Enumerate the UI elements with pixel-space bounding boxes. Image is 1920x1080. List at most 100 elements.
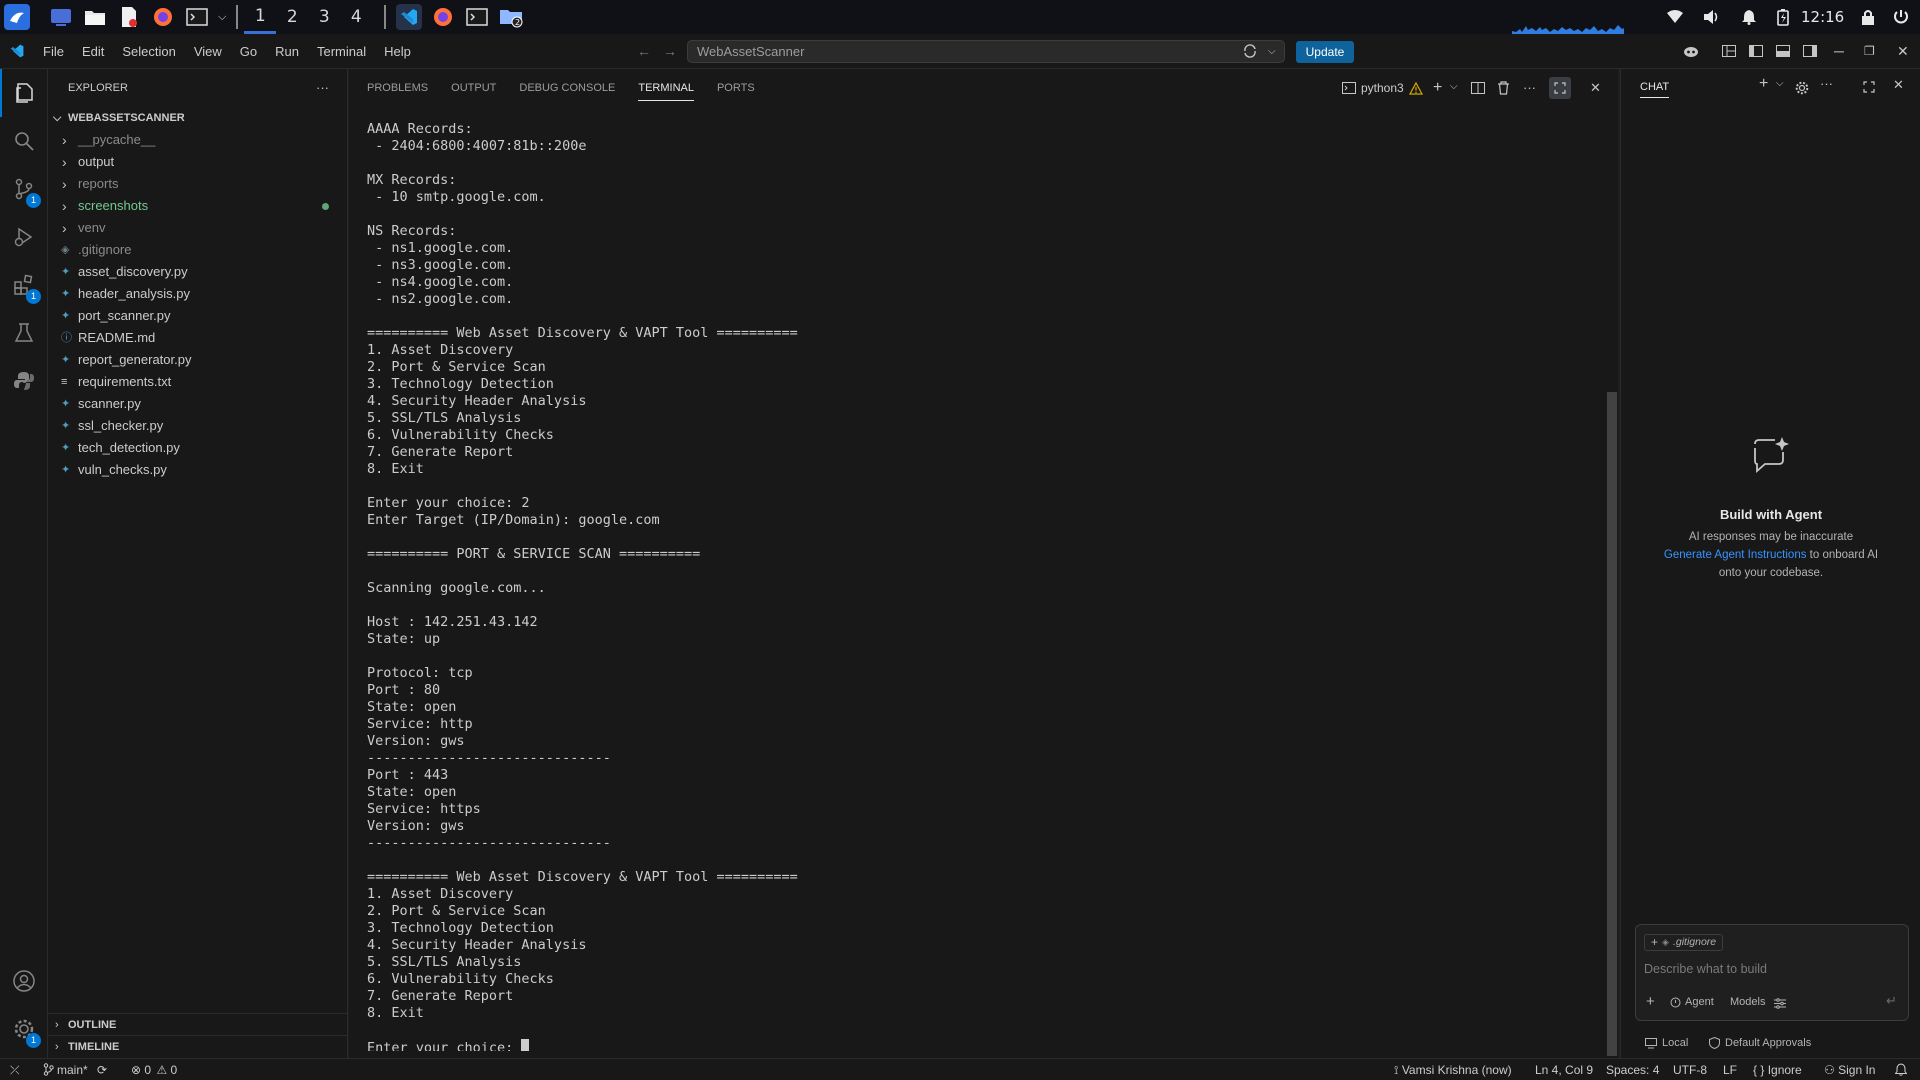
update-button[interactable]: Update xyxy=(1296,41,1354,63)
tab-ports[interactable]: PORTS xyxy=(717,69,755,107)
file-manager-icon[interactable] xyxy=(82,4,108,30)
menu-terminal[interactable]: Terminal xyxy=(308,34,375,69)
sync-icon[interactable]: ⟳ xyxy=(97,1063,107,1077)
tab-output[interactable]: OUTPUT xyxy=(451,69,496,107)
workspace-3[interactable]: 3 xyxy=(308,0,340,34)
chat-prompt-input[interactable]: Describe what to build xyxy=(1644,962,1767,976)
send-icon[interactable]: ↵ xyxy=(1886,993,1897,1009)
chevron-down-icon[interactable]: ⌵ xyxy=(1268,34,1276,69)
maximize-chat-icon[interactable] xyxy=(1863,81,1875,96)
workspace-root[interactable]: ⌵ WEBASSETSCANNER xyxy=(48,107,347,129)
terminal-app-icon[interactable] xyxy=(184,4,210,30)
restore-icon[interactable]: ❐ xyxy=(1864,34,1875,69)
chevron-down-icon[interactable]: ⌵ xyxy=(1450,69,1458,105)
more-actions-icon[interactable]: ··· xyxy=(1523,69,1536,107)
new-terminal-icon[interactable]: + xyxy=(1433,69,1442,107)
outline-section[interactable]: › OUTLINE xyxy=(48,1013,348,1035)
power-icon[interactable] xyxy=(1893,0,1909,34)
menu-view[interactable]: View xyxy=(185,34,231,69)
minimize-icon[interactable]: ─ xyxy=(1834,34,1844,69)
chevron-down-icon[interactable]: ⌵ xyxy=(218,11,226,24)
vscode-window-icon[interactable] xyxy=(396,4,423,30)
tab-debug-console[interactable]: DEBUG CONSOLE xyxy=(519,69,615,107)
toggle-secondary-sidebar-icon[interactable] xyxy=(1803,34,1817,69)
problems-status[interactable]: ⊗ 0 ⚠ 0 xyxy=(131,1059,177,1080)
run-debug-icon[interactable] xyxy=(0,213,48,261)
tree-file[interactable]: ✦ asset_discovery.py xyxy=(48,261,347,283)
menu-edit[interactable]: Edit xyxy=(73,34,113,69)
tree-file[interactable]: ✦ tech_detection.py xyxy=(48,437,347,459)
battery-icon[interactable] xyxy=(1777,0,1789,34)
menu-go[interactable]: Go xyxy=(231,34,266,69)
close-panel-icon[interactable]: ✕ xyxy=(1590,69,1601,107)
customize-layout-icon[interactable] xyxy=(1722,34,1736,69)
tree-folder[interactable]: › output xyxy=(48,151,347,173)
terminal-scrollbar-thumb[interactable] xyxy=(1607,392,1617,1056)
python-icon[interactable] xyxy=(0,357,48,405)
tree-folder[interactable]: › venv xyxy=(48,217,347,239)
add-context-chip[interactable]: + ◈ .gitignore xyxy=(1644,934,1724,951)
menu-run[interactable]: Run xyxy=(266,34,308,69)
menu-help[interactable]: Help xyxy=(375,34,420,69)
terminal-window-icon[interactable] xyxy=(464,4,490,30)
eol-status[interactable]: LF xyxy=(1723,1059,1737,1080)
notifications-bell-icon[interactable] xyxy=(1894,1059,1908,1080)
tree-folder[interactable]: › __pycache__ xyxy=(48,129,347,151)
menu-selection[interactable]: Selection xyxy=(113,34,184,69)
tree-file[interactable]: ✦ ssl_checker.py xyxy=(48,415,347,437)
back-arrow-icon[interactable]: ← xyxy=(637,34,651,69)
more-actions-icon[interactable]: ··· xyxy=(316,69,329,107)
split-terminal-icon[interactable] xyxy=(1471,82,1485,97)
git-branch-status[interactable]: main* ⟳ xyxy=(43,1059,107,1080)
source-control-icon[interactable]: 1 xyxy=(0,165,48,213)
menu-file[interactable]: File xyxy=(34,34,73,69)
session-target-local[interactable]: Local xyxy=(1645,1037,1688,1049)
cursor-position[interactable]: Ln 4, Col 9 xyxy=(1535,1059,1593,1080)
manage-gear-icon[interactable]: 1 xyxy=(0,1005,48,1053)
tree-file[interactable]: ✦ vuln_checks.py xyxy=(48,459,347,481)
close-window-icon[interactable]: ✕ xyxy=(1897,34,1909,69)
tree-folder[interactable]: › screenshots xyxy=(48,195,347,217)
text-editor-icon[interactable] xyxy=(116,4,142,30)
mode-picker[interactable]: Agent xyxy=(1670,996,1714,1008)
encoding-status[interactable]: UTF-8 xyxy=(1673,1059,1707,1080)
git-blame-status[interactable]: ⟟ Vamsi Krishna (now) xyxy=(1394,1059,1512,1080)
tree-file[interactable]: ≡ requirements.txt xyxy=(48,371,347,393)
remote-indicator-icon[interactable]: ⤫ xyxy=(10,1059,20,1080)
accounts-status[interactable]: ⚇ Sign In xyxy=(1824,1059,1875,1080)
tab-problems[interactable]: PROBLEMS xyxy=(367,69,428,107)
testing-icon[interactable] xyxy=(0,309,48,357)
tools-settings-icon[interactable] xyxy=(1774,997,1786,1012)
new-chat-icon[interactable]: + xyxy=(1759,75,1768,93)
maximize-panel-icon[interactable] xyxy=(1549,77,1571,99)
tree-file[interactable]: ✦ header_analysis.py xyxy=(48,283,347,305)
firefox-icon[interactable] xyxy=(150,4,176,30)
notifications-icon[interactable] xyxy=(1741,0,1757,34)
lock-icon[interactable] xyxy=(1861,0,1875,34)
app-launcher-icon[interactable] xyxy=(4,4,30,30)
firefox-window-icon[interactable] xyxy=(430,4,456,30)
workspace-2[interactable]: 2 xyxy=(276,0,308,34)
chat-input-box[interactable]: + ◈ .gitignore Describe what to build + … xyxy=(1635,924,1909,1021)
chat-settings-gear-icon[interactable] xyxy=(1795,81,1809,98)
forward-arrow-icon[interactable]: → xyxy=(663,34,677,69)
toggle-primary-sidebar-icon[interactable] xyxy=(1749,34,1763,69)
chevron-down-icon[interactable]: ⌵ xyxy=(1776,78,1784,89)
chat-title[interactable]: CHAT xyxy=(1640,81,1670,98)
folder-window-icon[interactable]: 2 xyxy=(498,4,524,30)
language-mode[interactable]: { } Ignore xyxy=(1753,1059,1802,1080)
timeline-section[interactable]: › TIMELINE xyxy=(48,1035,348,1057)
toggle-panel-icon[interactable] xyxy=(1776,34,1790,69)
models-picker[interactable]: Models xyxy=(1730,996,1765,1008)
explorer-icon[interactable] xyxy=(0,69,48,117)
tree-file[interactable]: ✦ port_scanner.py xyxy=(48,305,347,327)
copilot-icon[interactable] xyxy=(1683,34,1699,69)
tree-file[interactable]: ✦ scanner.py xyxy=(48,393,347,415)
terminal-instance[interactable]: python3 xyxy=(1342,69,1423,107)
tab-terminal[interactable]: TERMINAL xyxy=(638,76,694,101)
tree-file[interactable]: ⓘ README.md xyxy=(48,327,347,349)
workspace-1[interactable]: 1 xyxy=(244,0,277,34)
clock[interactable]: 12:16 xyxy=(1801,0,1844,34)
accounts-icon[interactable] xyxy=(0,957,48,1005)
workspace-4[interactable]: 4 xyxy=(340,0,372,34)
